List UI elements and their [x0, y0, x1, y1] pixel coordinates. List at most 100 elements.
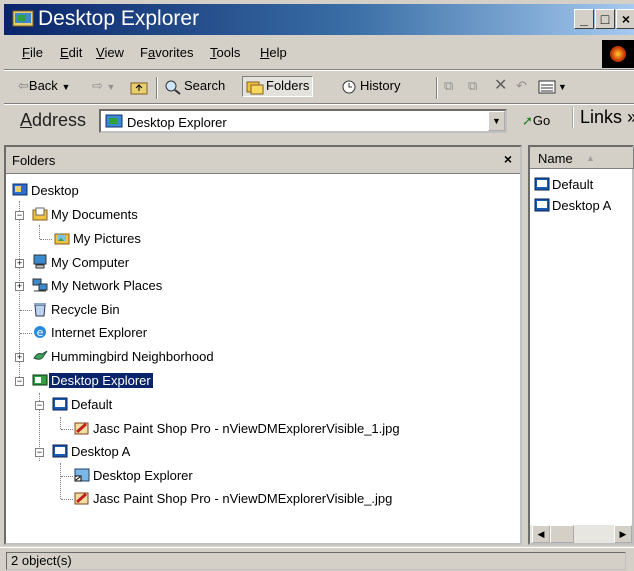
folders-pane-title: Folders — [12, 153, 56, 168]
menu-view-label: iew — [104, 45, 124, 60]
go-button[interactable]: ➚Go — [522, 113, 550, 129]
windows-logo-throbber — [602, 40, 634, 68]
folders-icon — [246, 81, 264, 95]
collapse-icon[interactable]: − — [15, 211, 24, 220]
collapse-icon[interactable]: − — [35, 401, 44, 410]
address-label-accel: A — [20, 110, 33, 130]
menu-edit-accel: E — [60, 45, 69, 60]
sort-ascending-icon: ▲ — [586, 153, 595, 163]
desktop-folder-icon — [52, 444, 68, 458]
desktop-folder-icon — [534, 177, 550, 191]
tree-line — [60, 463, 62, 499]
links-toolbar[interactable]: Links » — [572, 107, 634, 128]
menu-help-accel: H — [260, 45, 270, 60]
desktop-explorer-icon — [12, 10, 34, 27]
maximize-button[interactable]: □ — [595, 9, 615, 29]
tree-item-label: Jasc Paint Shop Pro - nViewDMExplorerVis… — [93, 421, 400, 436]
forward-button[interactable]: ⇨ ▼ — [92, 78, 115, 94]
tree-item-label: Desktop Explorer — [49, 373, 153, 388]
svg-text:e: e — [37, 326, 44, 339]
scroll-thumb[interactable] — [550, 525, 574, 543]
go-label: Go — [532, 113, 551, 128]
desktop-explorer-icon — [105, 114, 123, 128]
folders-button[interactable]: Folders — [242, 76, 314, 97]
address-label-rest: ddress — [32, 110, 87, 130]
close-button[interactable]: × — [616, 9, 634, 29]
address-dropdown-button[interactable]: ▼ — [488, 111, 505, 131]
toolbar-separator — [436, 77, 438, 99]
internet-explorer-icon: e — [34, 326, 46, 339]
address-value: Desktop Explorer — [127, 115, 227, 130]
history-button[interactable]: History — [340, 78, 400, 95]
my-computer-icon — [33, 254, 47, 269]
tree-item-label: My Documents — [51, 207, 138, 222]
search-button[interactable]: Search — [164, 78, 225, 95]
back-button[interactable]: ⇦Back ▼ — [18, 78, 70, 94]
expand-icon[interactable]: + — [15, 259, 24, 268]
history-icon — [342, 80, 356, 94]
recycle-bin-icon — [34, 303, 46, 317]
file-list-pane: Name ▲ Default Desktop A ◀ ▶ — [528, 145, 634, 545]
standard-toolbar: ⇦Back ▼ ⇨ ▼ Search Folders History ⧉ ⧉ ✕… — [4, 71, 634, 103]
collapse-icon[interactable]: − — [35, 448, 44, 457]
tree-item-label: Jasc Paint Shop Pro - nViewDMExplorerVis… — [93, 491, 393, 506]
address-field[interactable]: Desktop Explorer ▼ — [99, 109, 507, 133]
tree-line — [61, 499, 73, 501]
tree-item-label: Default — [71, 397, 113, 412]
copy-to-button[interactable]: ⧉ — [468, 78, 477, 94]
folders-label: Folders — [266, 78, 310, 93]
network-places-icon — [32, 278, 48, 292]
back-dropdown-icon[interactable]: ▼ — [61, 82, 70, 92]
scroll-right-button[interactable]: ▶ — [614, 525, 632, 543]
window-title: Desktop Explorer — [38, 7, 200, 30]
menu-tools[interactable]: Tools — [210, 45, 240, 60]
menu-view[interactable]: View — [96, 45, 124, 60]
back-arrow-icon: ⇦ — [18, 78, 29, 93]
delete-button[interactable]: ✕ — [494, 75, 507, 95]
name-column-header[interactable]: Name ▲ — [530, 147, 634, 169]
tree-line — [61, 476, 73, 478]
folders-pane-close-button[interactable]: × — [504, 151, 512, 167]
expand-icon[interactable]: + — [15, 282, 24, 291]
menu-tools-label: ools — [216, 45, 241, 60]
collapse-icon[interactable]: − — [15, 377, 24, 386]
history-label: History — [360, 78, 401, 93]
menu-favorites[interactable]: Favorites — [140, 45, 193, 60]
tree-item-label: My Computer — [51, 255, 130, 270]
move-to-button[interactable]: ⧉ — [444, 78, 453, 94]
undo-button[interactable]: ↶ — [516, 78, 527, 94]
tree-item-label: Desktop A — [71, 444, 131, 459]
status-text: 2 object(s) — [6, 552, 626, 570]
forward-dropdown-icon[interactable]: ▼ — [107, 82, 116, 92]
up-folder-button[interactable] — [130, 78, 150, 95]
title-bar[interactable]: Desktop Explorer _ □ × — [4, 4, 634, 35]
tree-item-label: My Pictures — [73, 231, 141, 246]
copy-to-icon: ⧉ — [468, 78, 478, 93]
horizontal-scrollbar[interactable]: ◀ ▶ — [530, 525, 632, 543]
back-label: Back — [28, 78, 58, 93]
menu-bar: File Edit View Favorites Tools Help — [4, 38, 634, 68]
tree-line — [39, 225, 41, 239]
menu-help[interactable]: Help — [260, 45, 287, 60]
folders-pane-header: Folders × — [6, 147, 520, 174]
desktop-folder-icon — [52, 397, 68, 411]
move-to-icon: ⧉ — [444, 78, 454, 93]
menu-favorites-prefix: F — [140, 45, 148, 60]
scroll-left-button[interactable]: ◀ — [532, 525, 550, 543]
list-item-label: Default — [552, 177, 594, 192]
folders-pane: Folders × Desktop − My Documents My Pict… — [4, 145, 522, 545]
undo-icon: ↶ — [516, 78, 527, 93]
explorer-window: Desktop Explorer _ □ × File Edit View Fa… — [0, 0, 634, 571]
tree-line — [60, 417, 62, 429]
views-dropdown-icon[interactable]: ▼ — [558, 82, 567, 92]
tree-line — [20, 310, 32, 312]
menu-edit[interactable]: Edit — [60, 45, 82, 60]
menu-file[interactable]: File — [22, 45, 43, 60]
status-bar: 2 object(s) — [0, 547, 634, 571]
list-item-label: Desktop A — [552, 198, 612, 213]
minimize-button[interactable]: _ — [574, 9, 594, 29]
address-label: Address — [20, 110, 86, 131]
expand-icon[interactable]: + — [15, 353, 24, 362]
views-button[interactable]: ▼ — [538, 78, 567, 95]
my-pictures-folder-icon — [54, 233, 70, 245]
